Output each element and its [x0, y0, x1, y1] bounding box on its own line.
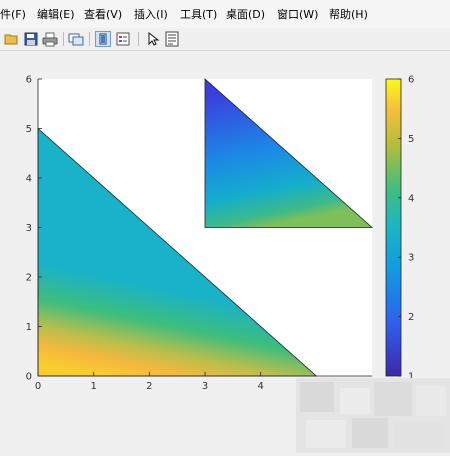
insert-colorbar-icon[interactable]: [95, 31, 111, 47]
menu-bar: 件(F) 编辑(E) 查看(V) 插入(I) 工具(T) 桌面(D) 窗口(W) 帮助(H): [0, 0, 450, 28]
toolbar-separator: [63, 32, 64, 46]
menu-item[interactable]: 桌面(D): [226, 8, 265, 21]
colorbar-gradient: [385, 78, 402, 377]
colorbar-tick-label: 3: [408, 253, 414, 264]
axes: 0 1 2 3 4 0 1 2 3 4 5 6: [26, 75, 374, 392]
property-inspector-icon[interactable]: [164, 31, 180, 47]
y-tick-label: 1: [26, 322, 32, 333]
x-tick-label: 3: [202, 381, 208, 392]
y-tick-label: 5: [26, 124, 32, 135]
y-tick-label: 4: [26, 174, 32, 185]
insert-legend-icon[interactable]: [115, 31, 131, 47]
menu-item[interactable]: 插入(I): [134, 8, 168, 21]
blurred-watermark: [296, 378, 450, 453]
menu-item[interactable]: 工具(T): [180, 8, 217, 21]
colorbar-tick-label: 5: [408, 134, 414, 145]
open-icon[interactable]: [4, 31, 20, 47]
colorbar-tick-label: 2: [408, 312, 414, 323]
menu-item[interactable]: 查看(V): [84, 8, 122, 21]
save-icon[interactable]: [23, 31, 39, 47]
x-tick-label: 2: [146, 381, 152, 392]
menu-item[interactable]: 窗口(W): [277, 8, 318, 21]
plot: 0 1 2 3 4 0 1 2 3 4 5 6 1 2 3 4 5 6: [26, 75, 415, 393]
colorbar: 123456: [385, 75, 414, 383]
select-arrow-icon[interactable]: [145, 31, 161, 47]
y-tick-label: 3: [26, 223, 32, 234]
toolbar: [0, 28, 450, 51]
y-tick-label: 2: [26, 273, 32, 284]
x-tick-label: 0: [35, 381, 41, 392]
y-tick-label: 0: [26, 372, 32, 383]
print-icon[interactable]: [42, 31, 58, 47]
colorbar-tick-label: 4: [408, 193, 414, 204]
y-tick-label: 6: [26, 75, 32, 86]
menu-item[interactable]: 编辑(E): [37, 8, 75, 21]
link-figure-icon[interactable]: [68, 31, 84, 47]
toolbar-separator: [138, 32, 139, 46]
figure-canvas: 0 1 2 3 4 0 1 2 3 4 5 6 1 2 3 4 5 6: [0, 51, 450, 453]
menu-item[interactable]: 件(F): [0, 8, 26, 21]
menu-item[interactable]: 帮助(H): [329, 8, 368, 21]
x-tick-label: 4: [257, 381, 263, 392]
x-tick-label: 1: [90, 381, 96, 392]
toolbar-separator: [89, 32, 90, 46]
colorbar-tick-label: 6: [408, 75, 414, 86]
